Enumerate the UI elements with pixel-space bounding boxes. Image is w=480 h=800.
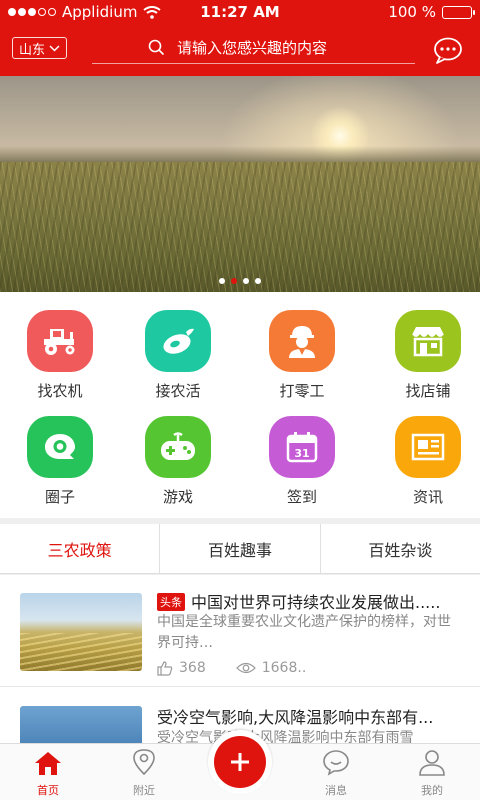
news-thumbnail-field — [20, 633, 142, 671]
chevron-down-icon — [49, 44, 60, 52]
message-bubble-icon — [323, 750, 349, 776]
tab-people-stories[interactable]: 百姓趣事 — [160, 524, 321, 573]
nav-label: 我的 — [421, 784, 443, 797]
newspaper-icon — [395, 416, 461, 478]
news-thumbnail — [20, 706, 142, 743]
worker-icon — [269, 310, 335, 372]
app-header: 山东 请输入您感兴趣的内容 — [0, 26, 480, 76]
grid-item-label: 资讯 — [412, 488, 443, 506]
carousel-dot[interactable] — [255, 278, 261, 284]
gamepad-icon — [145, 416, 211, 478]
carousel-dot[interactable] — [219, 278, 225, 284]
carousel-pager[interactable] — [0, 278, 480, 284]
news-category-tabs: 三农政策 百姓趣事 百姓杂谈 — [0, 524, 480, 574]
grid-item-label: 打零工 — [279, 382, 325, 400]
battery-icon — [442, 5, 475, 19]
grid-item-label: 找农机 — [37, 382, 83, 400]
nav-messages[interactable]: 消息 — [288, 744, 384, 800]
battery-status: 100 % — [388, 3, 475, 21]
grid-item-label: 签到 — [286, 488, 317, 506]
news-meta: 368 1668.. — [157, 660, 306, 676]
grid-item-label: 接农活 — [155, 382, 201, 400]
message-icon[interactable] — [432, 36, 464, 64]
eye-icon — [235, 662, 256, 674]
bottom-nav: 首页 附近 消息 我的 — [0, 730, 480, 800]
news-title: 头条 中国对世界可持续农业发展做出..... — [157, 589, 440, 613]
shop-icon — [395, 310, 461, 372]
news-list: 头条 中国对世界可持续农业发展做出..... 中国是全球重要农业文化遗产保护的榜样… — [0, 575, 480, 743]
nav-label: 消息 — [325, 784, 347, 797]
carousel-dot[interactable] — [243, 278, 249, 284]
chat-bubble-icon — [27, 416, 93, 478]
nav-label: 附近 — [133, 784, 155, 797]
list-item[interactable]: 头条 中国对世界可持续农业发展做出..... 中国是全球重要农业文化遗产保护的榜样… — [0, 575, 480, 687]
tab-people-talk[interactable]: 百姓杂谈 — [321, 524, 480, 573]
grid-item-news[interactable]: 资讯 — [368, 416, 480, 507]
grid-item-label: 找店铺 — [405, 382, 451, 400]
region-label: 山东 — [19, 42, 46, 58]
eggplant-icon — [145, 310, 211, 372]
location-pin-icon — [133, 749, 155, 776]
banner-wheat-field — [0, 162, 480, 292]
home-icon — [35, 752, 61, 775]
grid-item-find-shop[interactable]: 找店铺 — [368, 310, 480, 401]
grid-item-circle[interactable]: 圈子 — [0, 416, 120, 507]
carousel-dot[interactable] — [231, 278, 237, 284]
battery-percent: 100 % — [388, 3, 436, 21]
news-summary: 受冷空气影响,大风降温影响中东部有雨雪 — [157, 730, 414, 743]
grid-item-label: 游戏 — [162, 488, 193, 506]
news-title: 受冷空气影响,大风降温影响中东部有... — [157, 704, 433, 728]
nav-home[interactable]: 首页 — [0, 744, 96, 800]
publish-button-inner — [214, 736, 266, 788]
region-selector[interactable]: 山东 — [12, 37, 68, 59]
headline-badge: 头条 — [157, 593, 185, 611]
search-bar[interactable]: 请输入您感兴趣的内容 — [92, 32, 415, 64]
user-icon — [419, 750, 445, 776]
news-thumbnail — [20, 593, 142, 671]
grid-item-find-machinery[interactable]: 找农机 — [0, 310, 120, 401]
like-count: 368 — [179, 660, 206, 676]
news-title-text: 受冷空气影响,大风降温影响中东部有... — [157, 708, 434, 727]
nav-profile[interactable]: 我的 — [384, 744, 480, 800]
nav-nearby[interactable]: 附近 — [96, 744, 192, 800]
nav-label: 首页 — [37, 784, 59, 797]
news-summary: 中国是全球重要农业文化遗产保护的榜样，对世界可持… — [157, 614, 451, 651]
search-icon — [148, 39, 165, 56]
status-bar: Applidium 11:27 AM 100 % — [0, 0, 480, 26]
grid-item-odd-jobs[interactable]: 打零工 — [242, 310, 362, 401]
view-count: 1668.. — [261, 660, 307, 676]
grid-item-games[interactable]: 游戏 — [118, 416, 238, 507]
search-placeholder: 请输入您感兴趣的内容 — [177, 39, 328, 57]
grid-item-label: 圈子 — [44, 488, 75, 506]
thumbs-up-icon[interactable] — [157, 660, 173, 676]
tractor-icon — [27, 310, 93, 372]
plus-icon — [231, 753, 249, 771]
svg-text:31: 31 — [294, 447, 309, 460]
calendar-icon: 31 — [269, 416, 335, 478]
grid-item-take-farm-work[interactable]: 接农活 — [118, 310, 238, 401]
banner-carousel[interactable] — [0, 76, 480, 292]
grid-item-check-in[interactable]: 31 签到 — [242, 416, 362, 507]
news-title-text: 中国对世界可持续农业发展做出..... — [191, 593, 441, 612]
feature-grid: 找农机 接农活 打零工 找店铺 圈子 游戏 31 签到 资讯 — [0, 292, 480, 518]
tab-agri-policy[interactable]: 三农政策 — [0, 524, 161, 573]
publish-button[interactable] — [208, 730, 272, 794]
